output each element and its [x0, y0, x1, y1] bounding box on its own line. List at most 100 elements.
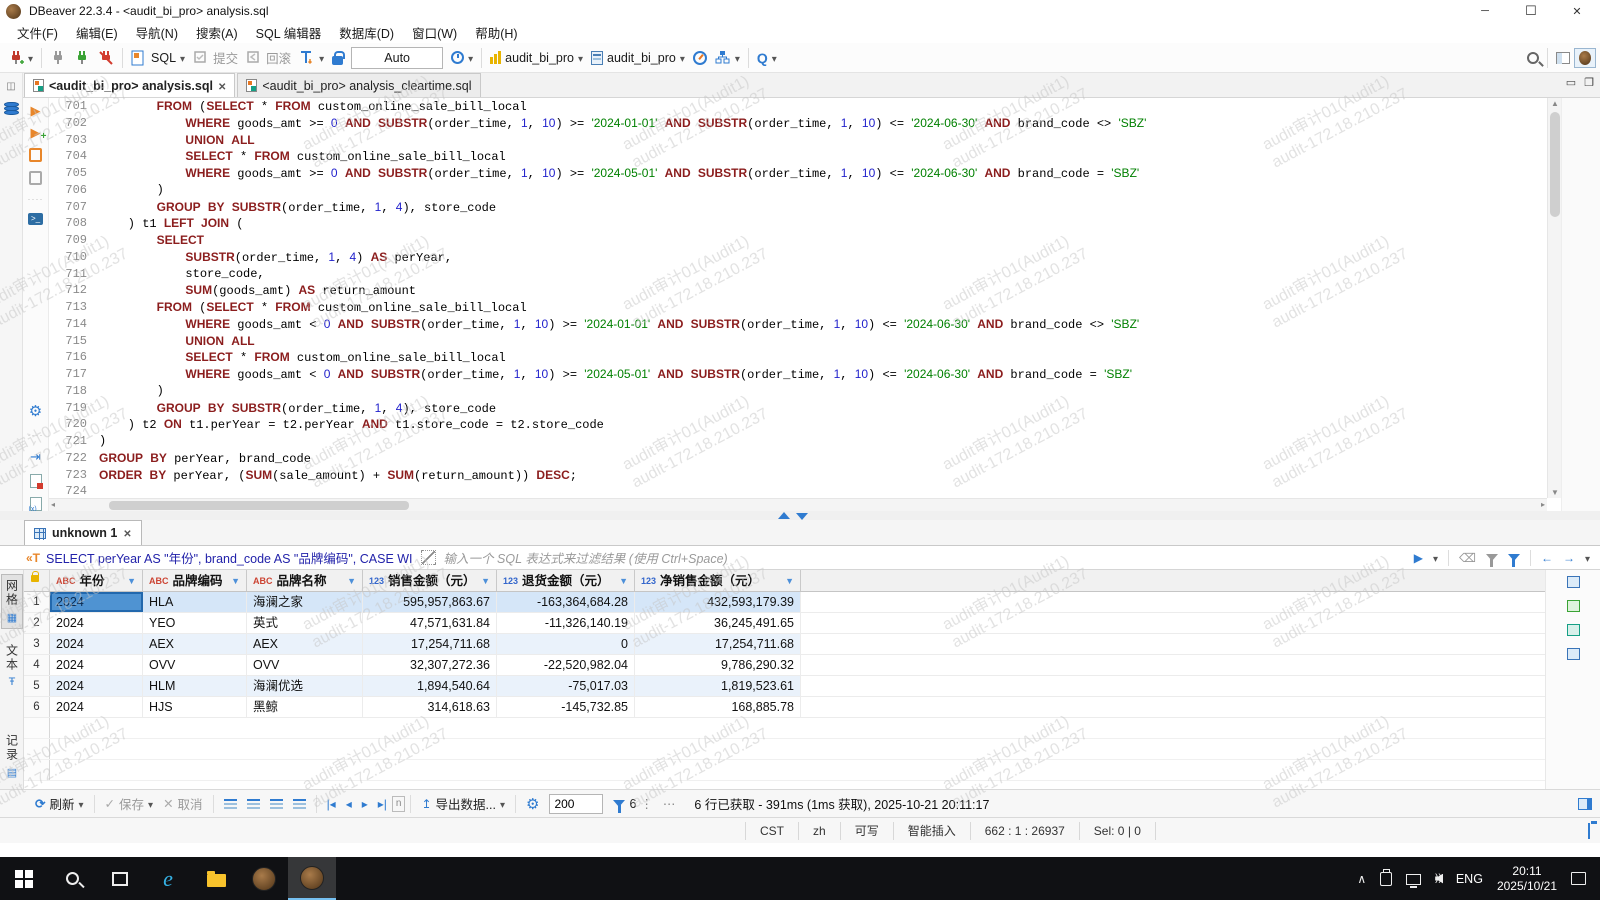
code-text[interactable]: UNION ALL — [99, 132, 255, 149]
cell[interactable]: HLA — [143, 592, 247, 612]
cell[interactable]: -11,326,140.19 — [497, 613, 635, 633]
maximize-button[interactable] — [1508, 0, 1554, 22]
edit-cell-button[interactable] — [219, 798, 242, 809]
row-number[interactable]: 3 — [24, 634, 50, 654]
tx-mode-combo[interactable]: Auto — [347, 46, 447, 70]
row-number[interactable]: 6 — [24, 697, 50, 717]
column-header-2[interactable]: ABC品牌名称 — [247, 570, 363, 591]
cell[interactable]: -145,732.85 — [497, 697, 635, 717]
cell[interactable]: AEX — [247, 634, 363, 654]
filter-history-caret[interactable] — [1433, 551, 1438, 565]
cell[interactable]: 2024 — [50, 697, 143, 717]
search-button[interactable]: Q — [753, 46, 781, 70]
menu-item-4[interactable]: SQL 编辑器 — [247, 21, 331, 44]
schema-caret[interactable] — [680, 51, 685, 65]
column-filter-arrow-icon[interactable] — [785, 570, 794, 591]
column-filter-arrow-icon[interactable] — [347, 570, 356, 591]
history-back-icon[interactable]: ← — [1541, 551, 1553, 565]
cell[interactable]: 2024 — [50, 676, 143, 696]
presentation-tab-2[interactable]: 记录▤ — [1, 730, 23, 783]
open-perspective-button[interactable] — [1552, 46, 1574, 70]
apply-filter-icon[interactable]: ▶ — [1414, 551, 1423, 565]
transaction-caret[interactable] — [319, 51, 324, 65]
code-text[interactable]: ORDER BY perYear, (SUM(sale_amount) + SU… — [99, 467, 577, 484]
lock-button[interactable] — [328, 46, 347, 70]
table-row[interactable]: 62024HJS黑鲸314,618.63-145,732.85168,885.7… — [24, 697, 1545, 718]
first-page-button[interactable]: |◂ — [322, 797, 341, 811]
refresh-caret[interactable] — [79, 797, 84, 811]
quick-search-button[interactable] — [1523, 46, 1543, 70]
restore-panel-icon[interactable]: ◫ — [6, 81, 15, 92]
editor-tab-0[interactable]: <audit_bi_pro> analysis.sql — [24, 73, 235, 97]
execute-script-icon[interactable] — [29, 148, 42, 162]
cell[interactable]: 1,819,523.61 — [635, 676, 801, 696]
editor-horizontal-scrollbar[interactable]: ◂ ▸ — [49, 498, 1547, 511]
scroll-up-icon[interactable]: ▲ — [1550, 99, 1560, 108]
file-variables-icon[interactable] — [30, 497, 42, 511]
reconnect-button[interactable] — [70, 46, 94, 70]
scroll-left-icon[interactable]: ◂ — [51, 500, 55, 509]
export-caret[interactable] — [500, 797, 505, 811]
menu-item-2[interactable]: 导航(N) — [127, 21, 187, 44]
results-tab[interactable]: unknown 1 — [24, 520, 142, 545]
column-filter-arrow-icon[interactable] — [127, 570, 136, 591]
cancel-button[interactable]: 取消 — [158, 794, 208, 813]
cell[interactable]: AEX — [143, 634, 247, 654]
presentation-tab-1[interactable]: 文本Ŧ — [1, 640, 23, 692]
table-row[interactable]: 52024HLM海澜优选1,894,540.64-75,017.031,819,… — [24, 676, 1545, 697]
close-button[interactable] — [1554, 0, 1600, 22]
statusbar-right[interactable] — [1588, 824, 1600, 838]
explain-plan-icon[interactable] — [29, 171, 42, 185]
code-text[interactable]: WHERE goods_amt < 0 AND SUBSTR(order_tim… — [99, 366, 1132, 383]
nav-history-caret[interactable] — [1585, 551, 1590, 565]
cell[interactable]: 1,894,540.64 — [363, 676, 497, 696]
cell[interactable]: OVV — [143, 655, 247, 675]
horizontal-scroll-thumb[interactable] — [109, 501, 409, 510]
schema-selector[interactable]: audit_bi_pro — [587, 46, 689, 70]
table-row[interactable]: 42024OVVOVV32,307,272.36-22,520,982.049,… — [24, 655, 1545, 676]
editor-tab-1[interactable]: <audit_bi_pro> analysis_cleartime.sql — [237, 73, 480, 97]
code-text[interactable]: GROUP BY SUBSTR(order_time, 1, 4), store… — [99, 400, 496, 417]
sql-editor[interactable]: 701 FROM (SELECT * FROM custom_online_sa… — [49, 98, 1547, 498]
internet-explorer-button[interactable]: e — [144, 857, 192, 900]
code-text[interactable]: WHERE goods_amt >= 0 AND SUBSTR(order_ti… — [99, 165, 1139, 182]
start-button[interactable] — [0, 857, 48, 900]
sash-collapse-up-icon[interactable] — [778, 512, 790, 519]
rollback-button[interactable]: 回滚 — [242, 46, 295, 70]
filter-input[interactable]: 输入一个 SQL 表达式来过滤结果 (使用 Ctrl+Space) — [444, 548, 728, 567]
table-row[interactable]: 12024HLA海澜之家595,957,863.67-163,364,684.2… — [24, 592, 1545, 613]
minimize-button[interactable] — [1462, 0, 1508, 22]
column-filter-arrow-icon[interactable] — [231, 570, 240, 591]
code-text[interactable]: WHERE goods_amt < 0 AND SUBSTR(order_tim… — [99, 316, 1139, 333]
tx-mode-value[interactable]: Auto — [351, 47, 443, 69]
refresh-button[interactable]: 刷新 — [30, 794, 89, 813]
cell[interactable]: 36,245,491.65 — [635, 613, 801, 633]
code-text[interactable]: FROM (SELECT * FROM custom_online_sale_b… — [99, 98, 527, 115]
file-error-icon[interactable] — [30, 474, 42, 488]
cell[interactable]: HLM — [143, 676, 247, 696]
connection-caret[interactable] — [578, 51, 583, 65]
more-options-icon[interactable]: ⋯ — [658, 796, 681, 811]
code-text[interactable]: SELECT * FROM custom_online_sale_bill_lo… — [99, 349, 506, 366]
column-filter-arrow-icon[interactable] — [481, 570, 490, 591]
menu-item-6[interactable]: 窗口(W) — [403, 21, 466, 44]
editor-vertical-scrollbar[interactable]: ▲ ▼ — [1547, 98, 1561, 498]
cell[interactable]: 168,885.78 — [635, 697, 801, 717]
code-text[interactable]: ) — [99, 433, 106, 450]
cell[interactable]: 9,786,290.32 — [635, 655, 801, 675]
export-script-icon[interactable]: ⇥ — [30, 449, 41, 465]
new-connection-button[interactable] — [4, 46, 37, 70]
cell[interactable]: 432,593,179.39 — [635, 592, 801, 612]
task-view-button[interactable] — [96, 857, 144, 900]
clock-tray[interactable]: 20:112025/10/21 — [1497, 864, 1557, 894]
scroll-right-icon[interactable]: ▸ — [1541, 500, 1545, 509]
panel-value-viewer-icon[interactable] — [1567, 576, 1580, 588]
fetch-size-input[interactable] — [549, 794, 603, 814]
code-text[interactable]: SUM(goods_amt) AS return_amount — [99, 282, 416, 299]
history-caret[interactable] — [468, 51, 473, 65]
network-caret[interactable] — [735, 51, 740, 65]
dbeaver-taskbar-button-1[interactable] — [240, 857, 288, 900]
column-header-4[interactable]: 123退货金额（元） — [497, 570, 635, 591]
menu-item-7[interactable]: 帮助(H) — [466, 21, 526, 44]
code-text[interactable]: SELECT — [99, 232, 204, 249]
